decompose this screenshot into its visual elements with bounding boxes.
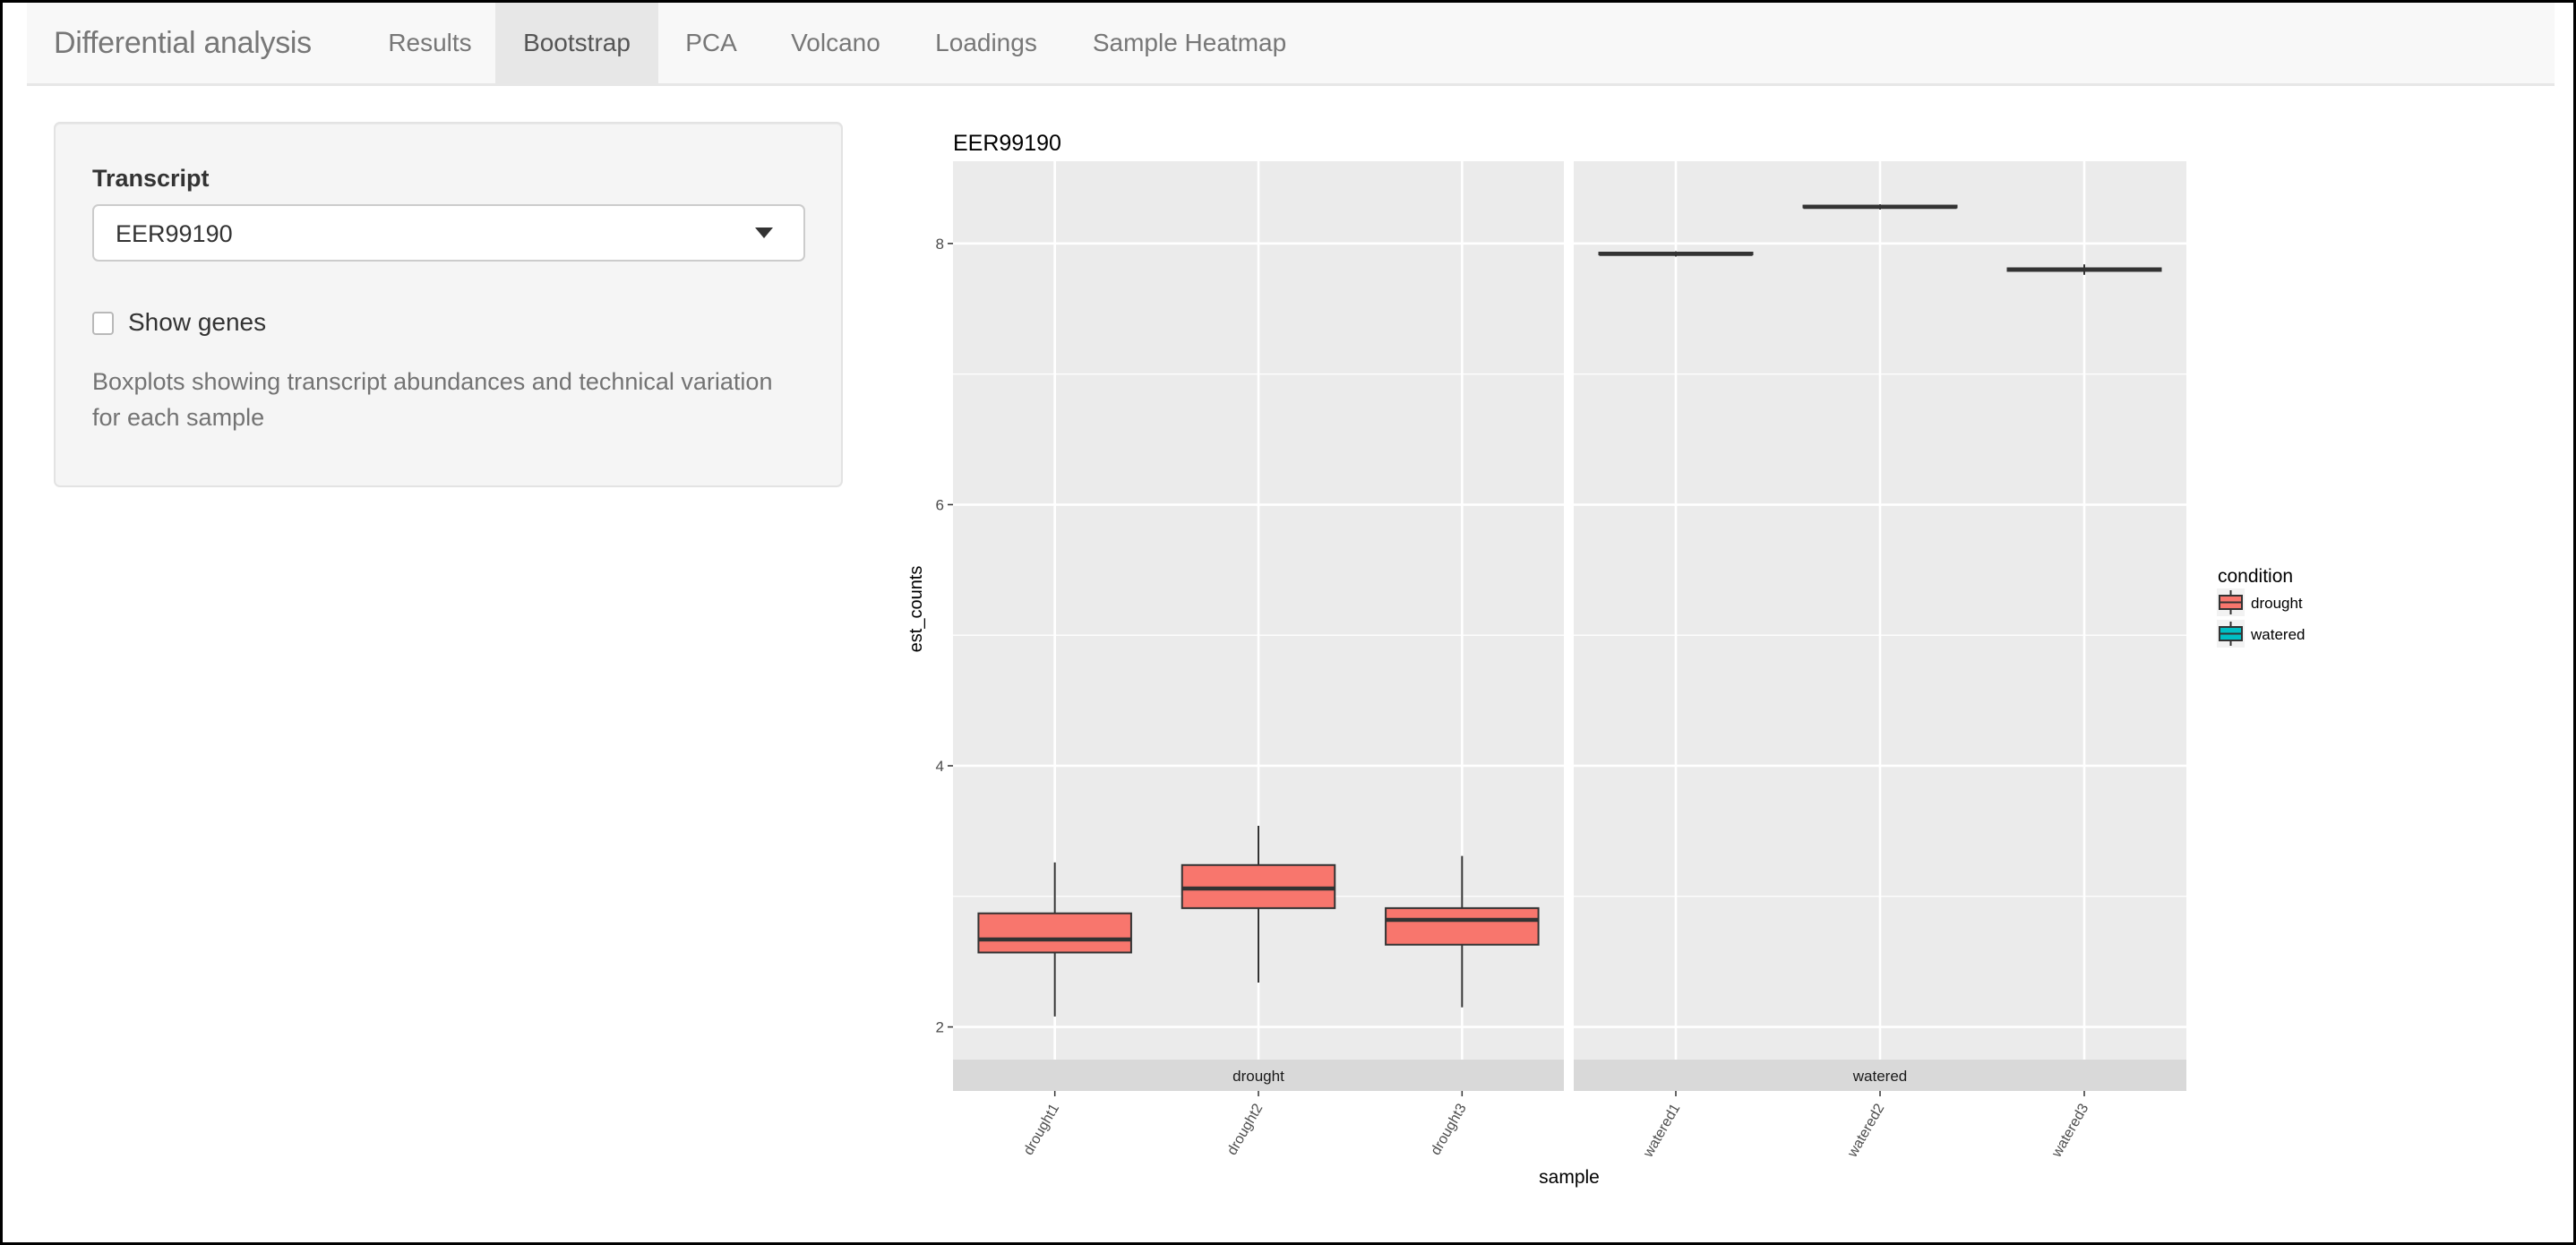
x-tick-label: watered2 <box>1844 1101 1887 1160</box>
legend: condition drought watered <box>2217 566 2305 648</box>
x-axis: drought1 drought2 drought3 watered1 watered2… <box>1021 1091 2092 1161</box>
plot-panels: drought watered <box>953 161 2186 1091</box>
legend-item-watered: watered <box>2217 620 2305 648</box>
facet-strip-label: drought <box>1232 1068 1284 1085</box>
y-tick-label: 4 <box>936 758 944 775</box>
page: Differential analysis Results Bootstrap … <box>3 3 2573 1242</box>
bootstrap-boxplot-chart: EER99190 drought watered 2468 est_counts … <box>906 131 2305 1188</box>
legend-title: condition <box>2218 566 2293 587</box>
y-tick-label: 8 <box>936 236 944 253</box>
box <box>977 912 1132 954</box>
facet-panel-drought: drought <box>953 161 1564 1091</box>
x-tick-label: watered1 <box>1640 1101 1683 1160</box>
x-axis-title: sample <box>1539 1167 1600 1188</box>
legend-label: watered <box>2250 626 2305 643</box>
box <box>1385 906 1540 946</box>
y-tick-label: 2 <box>936 1019 944 1036</box>
x-tick-label: drought2 <box>1224 1101 1266 1157</box>
boxplot-watered2 <box>1802 204 1958 210</box>
facet-strip-label: watered <box>1852 1068 1907 1085</box>
x-tick-label: drought1 <box>1021 1101 1062 1157</box>
x-tick-label: watered3 <box>2048 1101 2091 1160</box>
y-axis-title: est_counts <box>906 566 926 653</box>
facet-panel-watered: watered <box>1574 161 2186 1091</box>
chart-title: EER99190 <box>953 131 1061 156</box>
legend-label: drought <box>2251 595 2303 612</box>
x-tick-label: drought3 <box>1428 1101 1469 1157</box>
legend-item-drought: drought <box>2217 588 2303 616</box>
y-tick-label: 6 <box>936 496 944 513</box>
boxplot-watered1 <box>1598 251 1754 257</box>
y-axis: 2 4 6 8 <box>936 236 953 1036</box>
